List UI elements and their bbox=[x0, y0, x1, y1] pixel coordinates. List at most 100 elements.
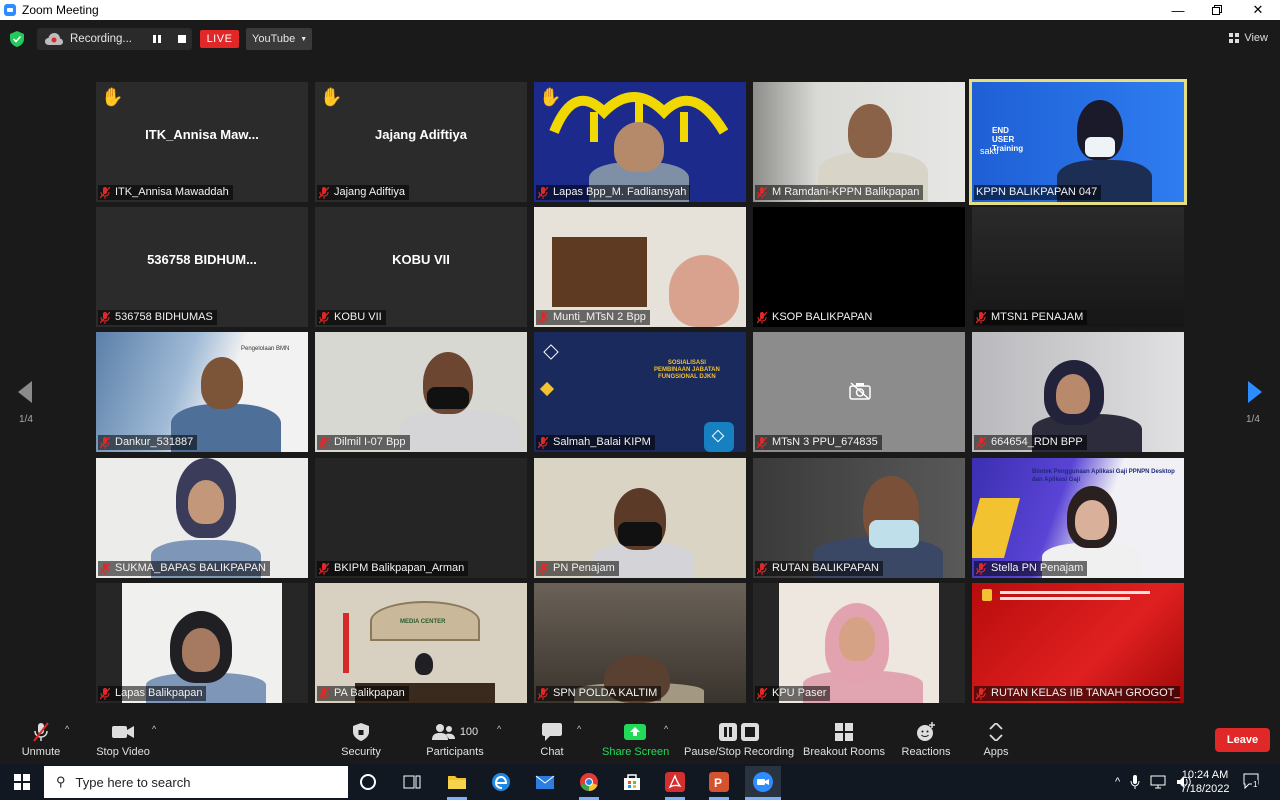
taskbar-clock[interactable]: 10:24 AM 7/18/2022 bbox=[1178, 768, 1232, 796]
live-badge[interactable]: LIVE bbox=[200, 30, 239, 48]
participant-name: SUKMA_BAPAS BALIKPAPAN bbox=[115, 562, 267, 574]
participant-tile[interactable]: SOSIALISASI PEMBINAAN JABATAN FUNGSIONAL D… bbox=[534, 332, 746, 452]
stop-video-button[interactable]: Stop Video bbox=[92, 722, 154, 758]
participant-name-label: MTSN1 PENAJAM bbox=[974, 310, 1088, 325]
close-button[interactable]: ✕ bbox=[1238, 0, 1278, 20]
participant-name: PA Balikpapan bbox=[334, 687, 405, 699]
participants-count: 100 bbox=[459, 726, 479, 738]
breakout-rooms-button[interactable]: Breakout Rooms bbox=[802, 722, 886, 758]
stream-target-dropdown[interactable]: YouTube ▼ bbox=[246, 28, 312, 50]
muted-mic-icon bbox=[319, 311, 329, 324]
participants-chevron-icon[interactable]: ^ bbox=[497, 724, 501, 734]
stop-recording-icon[interactable] bbox=[178, 35, 186, 43]
participant-center-name: Jajang Adiftiya bbox=[375, 127, 467, 142]
show-hidden-icons-chevron-icon[interactable]: ^ bbox=[1115, 776, 1120, 788]
share-screen-button[interactable]: Share Screen bbox=[602, 722, 669, 758]
maximize-button[interactable] bbox=[1197, 0, 1237, 20]
slide-text: SOSIALISASI PEMBINAAN JABATAN FUNGSIONAL D… bbox=[654, 360, 720, 380]
participant-tile[interactable]: M Ramdani-KPPN Balikpapan bbox=[753, 82, 965, 202]
participant-tile[interactable]: Dilmil I-07 Bpp bbox=[315, 332, 527, 452]
powerpoint-icon[interactable]: P bbox=[709, 772, 729, 792]
zoom-taskbar-highlight[interactable] bbox=[745, 766, 781, 800]
participant-tile[interactable]: RUTAN KELAS IIB TANAH GROGOT_... bbox=[972, 583, 1184, 703]
security-label: Security bbox=[341, 746, 381, 758]
stop-recording-icon bbox=[741, 723, 759, 741]
search-placeholder: Type here to search bbox=[75, 774, 191, 790]
reactions-label: Reactions bbox=[901, 746, 951, 758]
participant-tile[interactable]: ✋ Lapas Bpp_M. Fadliansyah bbox=[534, 82, 746, 202]
participant-tile[interactable]: SUKMA_BAPAS BALIKPAPAN bbox=[96, 458, 308, 578]
participant-name-label: Stella PN Penajam bbox=[974, 561, 1088, 576]
slide-text: MEDIA CENTER bbox=[400, 619, 446, 625]
pause-recording-icon[interactable] bbox=[153, 35, 161, 43]
participant-name-label: RUTAN BALIKPAPAN bbox=[755, 561, 883, 576]
participant-tile[interactable]: Munti_MTsN 2 Bpp bbox=[534, 207, 746, 327]
participant-tile[interactable]: PN Penajam bbox=[534, 458, 746, 578]
participant-tile[interactable]: KOBU VII KOBU VII bbox=[315, 207, 527, 327]
participant-tile[interactable]: KSOP BALIKPAPAN bbox=[753, 207, 965, 327]
security-button[interactable]: Security bbox=[338, 722, 384, 758]
network-icon[interactable] bbox=[1150, 775, 1166, 789]
unmute-button[interactable]: Unmute bbox=[14, 722, 68, 758]
person-head bbox=[201, 357, 243, 409]
muted-mic-icon bbox=[538, 186, 548, 199]
minimize-button[interactable]: — bbox=[1158, 0, 1198, 20]
muted-mic-icon bbox=[538, 311, 548, 324]
chat-button[interactable]: Chat bbox=[533, 722, 571, 758]
muted-mic-icon bbox=[757, 687, 767, 700]
participant-name: KOBU VII bbox=[334, 311, 382, 323]
mail-icon[interactable] bbox=[535, 772, 555, 792]
participant-tile[interactable]: RUTAN BALIKPAPAN bbox=[753, 458, 965, 578]
next-page-arrow-icon[interactable] bbox=[1244, 380, 1264, 404]
view-button[interactable]: View bbox=[1229, 32, 1268, 44]
participants-button[interactable]: 100 Participants bbox=[422, 722, 488, 758]
participant-name: Jajang Adiftiya bbox=[334, 186, 405, 198]
leave-button[interactable]: Leave bbox=[1215, 728, 1270, 752]
recording-label: Recording... bbox=[70, 33, 133, 45]
participant-tile[interactable]: ✋ Jajang Adiftiya Jajang Adiftiya bbox=[315, 82, 527, 202]
chat-chevron-icon[interactable]: ^ bbox=[577, 724, 581, 734]
participant-tile[interactable]: Pengelolaan BMN Dankur_531887 bbox=[96, 332, 308, 452]
store-icon[interactable] bbox=[622, 772, 642, 792]
task-view-icon[interactable] bbox=[402, 772, 422, 792]
edge-browser-icon[interactable] bbox=[491, 772, 511, 792]
participant-tile-active-speaker[interactable]: END USER Training sakti KPPN BALIKPAPAN 04… bbox=[969, 79, 1187, 205]
raised-hand-icon: ✋ bbox=[539, 87, 562, 107]
video-options-chevron-icon[interactable]: ^ bbox=[152, 724, 156, 734]
action-center-button[interactable]: 1 bbox=[1243, 773, 1259, 790]
participant-tile[interactable]: SPN POLDA KALTIM bbox=[534, 583, 746, 703]
participant-tile[interactable]: Bimtek Penggunaan Aplikasi Gaji PPNPN De… bbox=[972, 458, 1184, 578]
acrobat-reader-icon[interactable] bbox=[665, 772, 685, 792]
muted-mic-icon bbox=[100, 436, 110, 449]
slide-text: Pengelolaan BMN bbox=[241, 346, 290, 352]
muted-mic-icon bbox=[976, 687, 986, 700]
chrome-icon[interactable] bbox=[579, 772, 599, 792]
apps-button[interactable]: Apps bbox=[980, 722, 1012, 758]
participant-tile[interactable]: KPU Paser bbox=[753, 583, 965, 703]
participant-tile[interactable]: Lapas Balikpapan bbox=[96, 583, 308, 703]
participant-tile[interactable]: ✋ ITK_Annisa Maw... ITK_Annisa Mawaddah bbox=[96, 82, 308, 202]
reactions-button[interactable]: Reactions bbox=[899, 722, 953, 758]
slide-text: Bimtek Penggunaan Aplikasi Gaji PPNPN De… bbox=[1032, 469, 1175, 483]
pause-stop-recording-button[interactable]: Pause/Stop Recording bbox=[684, 722, 794, 758]
encryption-shield-icon[interactable] bbox=[10, 31, 24, 47]
participant-tile[interactable]: BKIPM Balikpapan_Arman bbox=[315, 458, 527, 578]
person-face bbox=[1056, 374, 1090, 414]
previous-page-arrow-icon[interactable] bbox=[16, 380, 36, 404]
muted-mic-icon bbox=[976, 436, 986, 449]
share-screen-chevron-icon[interactable]: ^ bbox=[664, 724, 668, 734]
face-mask bbox=[869, 520, 919, 548]
participant-tile[interactable]: MEDIA CENTER PA Balikpapan bbox=[315, 583, 527, 703]
cortana-icon[interactable] bbox=[360, 774, 376, 790]
participant-tile[interactable]: 536758 BIDHUM... 536758 BIDHUMAS bbox=[96, 207, 308, 327]
windows-start-icon[interactable] bbox=[14, 774, 30, 790]
audio-options-chevron-icon[interactable]: ^ bbox=[65, 724, 69, 734]
slide-title-line bbox=[1000, 591, 1150, 594]
participant-tile[interactable]: 664654_RDN BPP bbox=[972, 332, 1184, 452]
taskbar-search-box[interactable]: ⚲ Type here to search bbox=[44, 766, 348, 798]
file-explorer-icon[interactable] bbox=[447, 772, 467, 792]
participant-tile[interactable]: MTSN1 PENAJAM bbox=[972, 207, 1184, 327]
microphone-tray-icon[interactable] bbox=[1130, 774, 1140, 790]
participant-name-label: Lapas Bpp_M. Fadliansyah bbox=[536, 185, 691, 200]
participant-tile[interactable]: MTsN 3 PPU_674835 bbox=[753, 332, 965, 452]
